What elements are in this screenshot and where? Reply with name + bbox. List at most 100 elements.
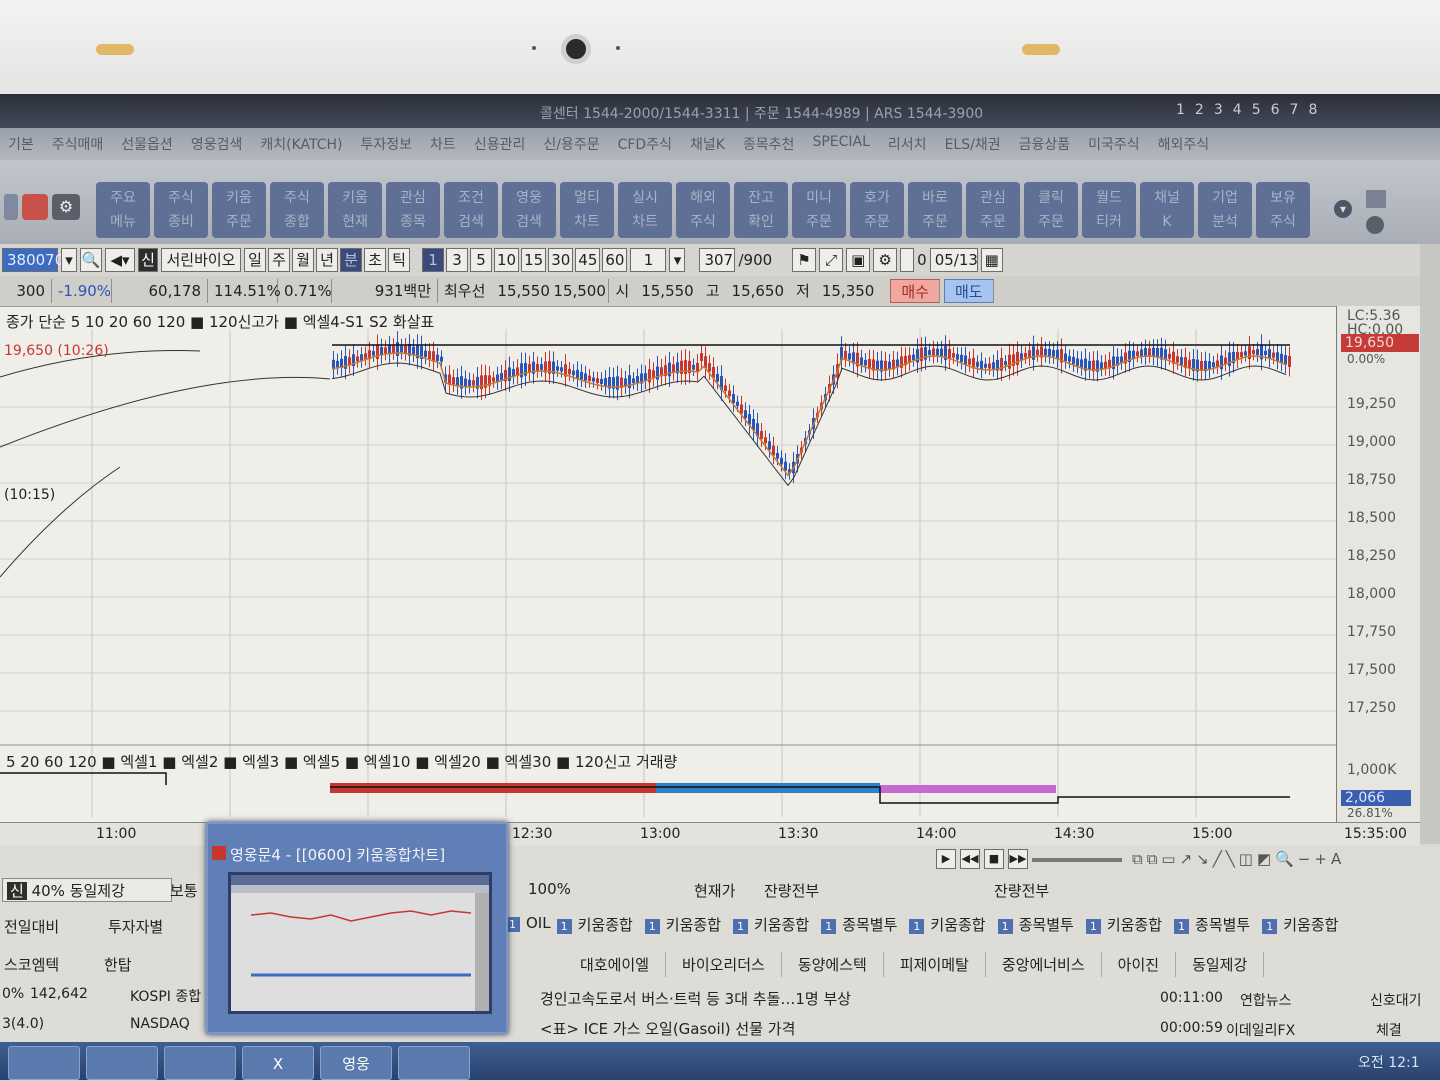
search-icon[interactable]: 🔍 (80, 248, 102, 272)
screen-tab-3[interactable]: 3 (1214, 102, 1223, 118)
forward-icon[interactable]: ▶▶ (1008, 849, 1028, 869)
stock-name[interactable]: 서린바이오 (161, 248, 241, 272)
screen-tab-7[interactable]: 7 (1290, 102, 1299, 118)
window-preview-popup[interactable]: 영웅문4 - [[0600] 키움종합차트] (206, 822, 508, 1034)
current-price-label[interactable]: 현재가 (694, 880, 735, 901)
screen-tab-4[interactable]: 4 (1233, 102, 1242, 118)
toolbar-button-4[interactable]: 키움 현재 (328, 182, 382, 238)
stock-item-1[interactable]: 바이오리더스 (666, 952, 782, 977)
menu-item-13[interactable]: 리서치 (888, 134, 927, 154)
period-2[interactable]: 월 (292, 248, 314, 272)
toolbar-button-18[interactable]: 채널 K (1140, 182, 1194, 238)
stock-item-6[interactable]: 동일제강 (1176, 952, 1265, 977)
zoom-slider[interactable] (1032, 858, 1122, 862)
toolbar-button-10[interactable]: 해외 주식 (676, 182, 730, 238)
chevron-down-icon[interactable]: ▾ (1334, 200, 1352, 218)
checkbox[interactable] (900, 248, 915, 272)
taskbar-app-5[interactable] (398, 1046, 470, 1080)
record-icon[interactable] (22, 194, 48, 220)
menu-item-6[interactable]: 차트 (430, 134, 456, 154)
menu-item-14[interactable]: ELS/채권 (945, 134, 1001, 154)
toolbar-button-7[interactable]: 영웅 검색 (502, 182, 556, 238)
speaker-icon[interactable]: ◀▾ (105, 248, 135, 272)
indicator-icon[interactable]: ⚑ (792, 248, 817, 272)
toolbar-button-14[interactable]: 바로 주문 (908, 182, 962, 238)
count-dropdown-icon[interactable]: ▾ (669, 248, 686, 272)
remain-all-label[interactable]: 잔량전부 (764, 880, 819, 901)
code-dropdown-icon[interactable]: ▾ (61, 248, 77, 272)
taskbar-app-1[interactable] (86, 1046, 158, 1080)
taskbar-app-0[interactable] (8, 1046, 80, 1080)
bottom-tab-7[interactable]: 종목별투 (1174, 914, 1250, 935)
stock-code-input[interactable]: 380070 (2, 248, 64, 272)
order-mode[interactable]: 보통 (170, 880, 198, 901)
menu-item-9[interactable]: CFD주식 (618, 134, 672, 154)
toolbar-button-5[interactable]: 관심 종목 (386, 182, 440, 238)
toolbar-button-3[interactable]: 주식 종합 (270, 182, 324, 238)
price-chart-canvas[interactable] (0, 307, 1338, 823)
menu-item-15[interactable]: 금융상품 (1019, 134, 1071, 154)
menu-item-2[interactable]: 선물옵션 (121, 134, 173, 154)
news-headline-1[interactable]: 경인고속도로서 버스·트럭 등 3대 추돌…1명 부상 (540, 988, 851, 1009)
screen-number-tabs[interactable]: 12345678 (1176, 102, 1317, 118)
toolbar-button-11[interactable]: 잔고 확인 (734, 182, 788, 238)
interval-1[interactable]: 1 (422, 248, 444, 272)
menu-item-7[interactable]: 신용관리 (474, 134, 526, 154)
grid-icon[interactable] (1366, 190, 1386, 208)
execution-label[interactable]: 체결 (1376, 1020, 1402, 1040)
bottom-tab-6[interactable]: 키움종합 (1086, 914, 1162, 935)
preview-thumbnail[interactable] (228, 872, 492, 1014)
screen-tab-2[interactable]: 2 (1195, 102, 1204, 118)
interval-60[interactable]: 60 (602, 248, 628, 272)
left-stock-1[interactable]: 스코엠텍 (4, 954, 59, 975)
period-1[interactable]: 주 (268, 248, 290, 272)
interval-10[interactable]: 10 (494, 248, 520, 272)
interval-30[interactable]: 30 (548, 248, 574, 272)
stock-item-5[interactable]: 아이진 (1102, 952, 1177, 977)
index-name-2[interactable]: NASDAQ (130, 1016, 190, 1032)
menu-item-4[interactable]: 캐치(KATCH) (260, 134, 342, 154)
left-tab-2[interactable]: 투자자별 (108, 916, 163, 937)
bottom-tab-1[interactable]: 키움종합 (645, 914, 721, 935)
toolbar-handle[interactable] (4, 194, 18, 220)
remain-all-label-2[interactable]: 잔량전부 (994, 880, 1049, 901)
period-4[interactable]: 분 (340, 248, 362, 272)
menu-item-0[interactable]: 기본 (8, 134, 34, 154)
taskbar-app-4[interactable]: 영웅 (320, 1046, 392, 1080)
menu-item-1[interactable]: 주식매매 (52, 134, 104, 154)
save-icon[interactable]: ▣ (846, 248, 871, 272)
left-stock-2[interactable]: 한탑 (104, 954, 132, 975)
stock-item-3[interactable]: 피제이메탈 (884, 952, 986, 977)
menu-item-10[interactable]: 채널K (690, 134, 725, 154)
toolbar-button-12[interactable]: 미니 주문 (792, 182, 846, 238)
margin-select[interactable]: 신 40% 동일제강 (2, 878, 172, 902)
toolbar-button-8[interactable]: 멀티 차트 (560, 182, 614, 238)
toolbar-button-17[interactable]: 월드 티커 (1082, 182, 1136, 238)
index-name-1[interactable]: KOSPI 종합 (130, 986, 201, 1006)
bottom-tab-5[interactable]: 종목별투 (998, 914, 1074, 935)
period-6[interactable]: 틱 (388, 248, 410, 272)
bottom-tab-8[interactable]: 키움종합 (1262, 914, 1338, 935)
screen-tab-5[interactable]: 5 (1252, 102, 1261, 118)
toolbar-button-20[interactable]: 보유 주식 (1256, 182, 1310, 238)
screen-tab-6[interactable]: 6 (1271, 102, 1280, 118)
bottom-tab-2[interactable]: 키움종합 (733, 914, 809, 935)
menu-item-5[interactable]: 투자정보 (361, 134, 413, 154)
toolbar-button-16[interactable]: 클릭 주문 (1024, 182, 1078, 238)
interval-45[interactable]: 45 (575, 248, 601, 272)
news-source-1[interactable]: 연합뉴스 (1240, 990, 1292, 1010)
count-select[interactable]: 1 (630, 248, 667, 272)
toolbar-button-6[interactable]: 조건 검색 (444, 182, 498, 238)
toolbar-button-0[interactable]: 주요 메뉴 (96, 182, 150, 238)
toolbar-button-13[interactable]: 호가 주문 (850, 182, 904, 238)
clock-icon[interactable] (1366, 216, 1384, 234)
toolbar-button-9[interactable]: 실시 차트 (618, 182, 672, 238)
period-3[interactable]: 년 (316, 248, 338, 272)
screen-tab-1[interactable]: 1 (1176, 102, 1185, 118)
period-0[interactable]: 일 (244, 248, 266, 272)
rewind-icon[interactable]: ◀◀ (960, 849, 980, 869)
drawing-tools[interactable]: ⧉⧉▭↗↘╱╲◫◩🔍−+A (1132, 850, 1345, 868)
play-icon[interactable]: ▶ (936, 849, 956, 869)
settings-gear-icon[interactable]: ⚙ (52, 194, 80, 220)
menu-item-3[interactable]: 영웅검색 (191, 134, 243, 154)
